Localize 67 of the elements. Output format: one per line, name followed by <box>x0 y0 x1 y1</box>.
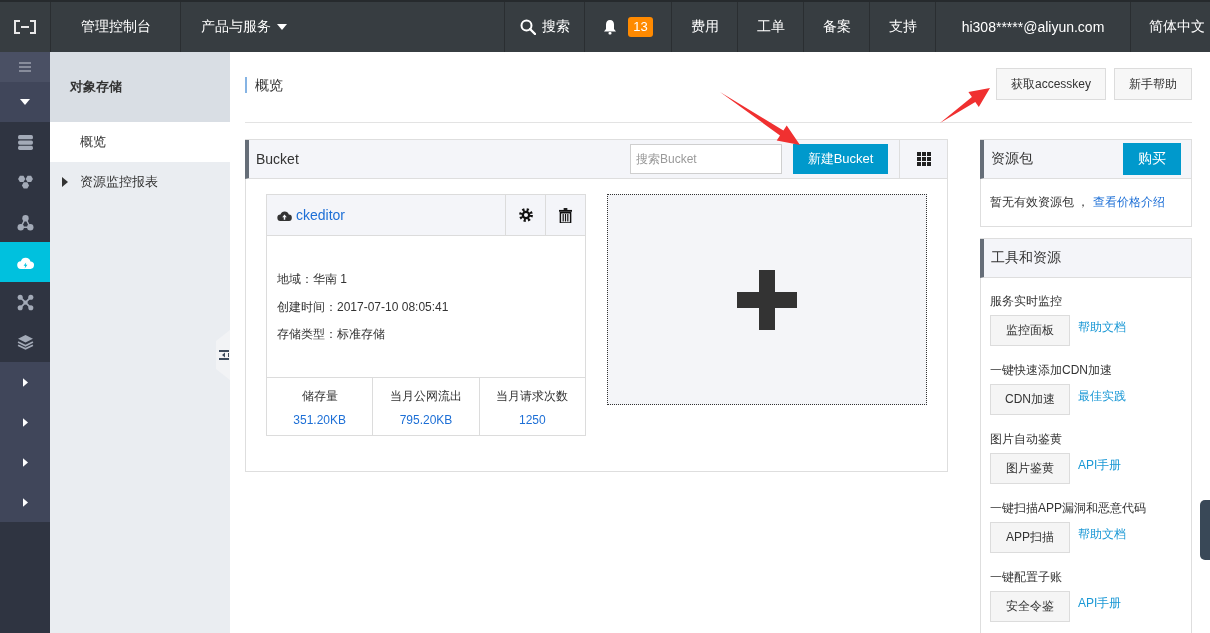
tool-description: 图片自动鉴黄 <box>990 431 1063 448</box>
hexagons-icon <box>16 173 34 191</box>
group-toggle[interactable] <box>0 362 50 402</box>
nav-link[interactable]: 备案 <box>803 2 869 52</box>
cloud-icon <box>277 209 292 221</box>
header-button[interactable]: 新手帮助 <box>1114 68 1192 100</box>
tool-button[interactable]: APP扫描 <box>990 522 1070 553</box>
nav-link[interactable]: 费用 <box>671 2 737 52</box>
caret-icon <box>20 99 30 105</box>
caret-icon <box>22 457 28 467</box>
network-icon <box>16 293 34 311</box>
language-menu[interactable]: 简体中文 <box>1130 2 1210 52</box>
stat-value: 1250 <box>518 413 546 427</box>
tool-description: 服务实时监控 <box>990 293 1063 310</box>
nav-item[interactable]: 资源监控报表 <box>50 162 230 202</box>
menu-toggle-button[interactable] <box>0 52 50 82</box>
stat-label: 当月公网流出 <box>390 388 462 405</box>
caret-icon <box>277 24 287 30</box>
group-toggle[interactable] <box>0 482 50 522</box>
collapse-icon <box>219 350 229 360</box>
detail-text: 地域：华南 1 <box>277 271 348 288</box>
price-link[interactable]: 查看价格介绍 <box>1092 195 1165 209</box>
bell-icon <box>603 19 618 35</box>
panel-title: 工具和资源 <box>990 249 1062 267</box>
stat-value: 795.20KB <box>399 413 453 427</box>
header-button[interactable]: 获取accesskey <box>995 68 1106 100</box>
bucket-link[interactable]: ckeditor <box>267 195 505 235</box>
group-toggle[interactable] <box>0 82 50 122</box>
search-field[interactable]: 搜索Bucket <box>630 144 782 174</box>
page-title: 概览 <box>245 77 283 93</box>
tool-button[interactable]: 图片鉴黄 <box>990 453 1070 484</box>
layers-icon <box>16 333 34 351</box>
nav-link[interactable]: 工单 <box>737 2 803 52</box>
tool-description: 一键扫描APP漏洞和恶意代码 <box>990 500 1147 517</box>
panel-title: 资源包 <box>990 150 1034 168</box>
resource-message: 暂无有效资源包 ， 查看价格介绍 <box>989 194 1166 211</box>
detail-text: 存储类型：标准存储 <box>277 326 386 343</box>
panel-title: Bucket <box>255 151 300 167</box>
settings-icon <box>518 208 533 222</box>
search-icon <box>519 19 536 35</box>
notification-count: 13 <box>628 17 653 37</box>
tool-button[interactable]: 监控面板 <box>990 315 1070 346</box>
menu-icon <box>19 62 31 72</box>
server-icon <box>16 133 34 151</box>
search-button[interactable]: 搜索 <box>504 2 584 52</box>
account-menu[interactable]: hi308*****@aliyun.com <box>935 2 1130 52</box>
add-bucket-button[interactable] <box>607 194 927 405</box>
caret-icon <box>22 417 28 427</box>
side-tab[interactable] <box>1200 500 1210 560</box>
plus-icon <box>737 269 797 330</box>
logo-icon[interactable] <box>13 20 37 34</box>
tool-description: 一键快速添加CDN加速 <box>990 362 1113 379</box>
grid-icon <box>916 152 931 166</box>
caret-icon <box>22 377 28 387</box>
stat-label: 储存量 <box>301 388 338 405</box>
tool-description: 一键配置子账 <box>990 569 1063 586</box>
caret-icon <box>22 497 28 507</box>
detail-text: 创建时间：2017-07-10 08:05:41 <box>277 298 450 316</box>
trash-icon <box>559 207 572 223</box>
tool-button[interactable]: CDN加速 <box>990 384 1070 415</box>
service-title: 对象存储 <box>50 52 230 122</box>
tool-button[interactable]: 安全令鉴 <box>990 591 1070 622</box>
nav-item[interactable]: 概览 <box>50 122 230 162</box>
stat-value: 351.20KB <box>293 413 346 427</box>
stat-label: 当月请求次数 <box>496 388 569 405</box>
nodes-icon <box>16 213 34 231</box>
nav-link[interactable]: 支持 <box>869 2 935 52</box>
